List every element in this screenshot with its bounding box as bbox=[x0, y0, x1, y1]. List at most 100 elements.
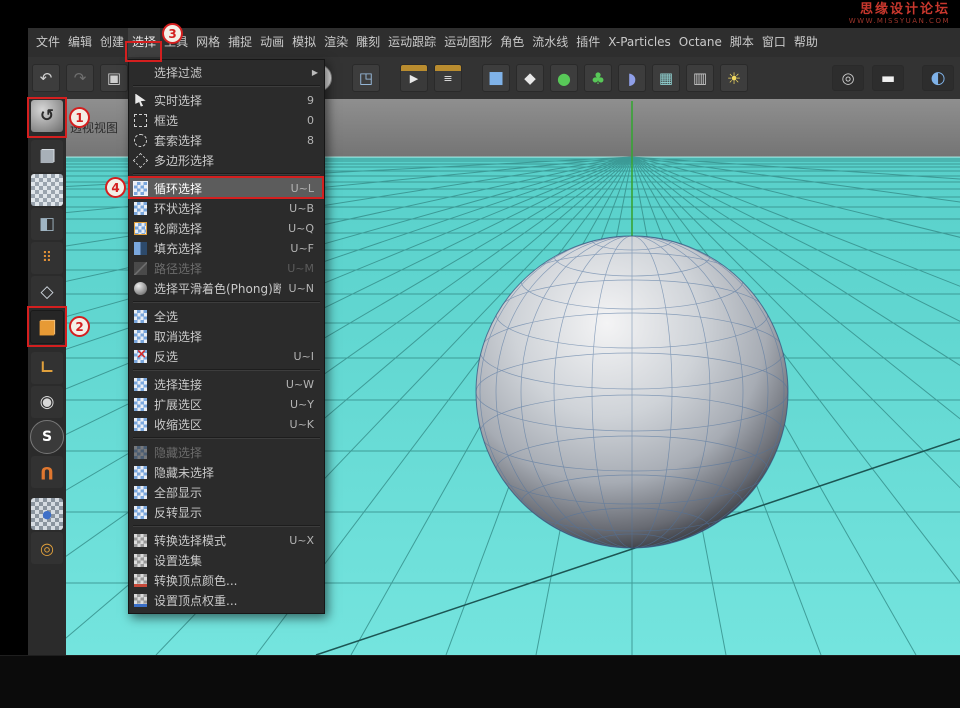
add-primitive-button[interactable]: ■ bbox=[482, 64, 510, 92]
make-editable-button[interactable]: ↺ bbox=[31, 100, 63, 132]
edges-mode-button[interactable]: ◇ bbox=[31, 276, 63, 308]
menu-item-shrink-selection[interactable]: 收缩选区 U~K bbox=[129, 414, 324, 434]
enable-axis-button[interactable]: ∟ bbox=[31, 352, 63, 384]
menubar-item-plugins[interactable]: 插件 bbox=[572, 28, 604, 57]
menubar-item-label: 网格 bbox=[196, 35, 220, 49]
texture-mode-button[interactable] bbox=[31, 174, 63, 206]
menu-item-shortcut: U~X bbox=[289, 534, 314, 547]
live-select-icon bbox=[134, 94, 147, 107]
menu-item-invert-select[interactable]: 反选 U~I bbox=[129, 346, 324, 366]
menubar-item-label: 选择 bbox=[132, 35, 156, 49]
menubar-item-animate[interactable]: 动画 bbox=[256, 28, 288, 57]
snap-toggle-button[interactable]: S bbox=[30, 420, 64, 454]
poly-select-icon bbox=[133, 152, 148, 167]
menubar-item-label: Octane bbox=[679, 35, 722, 49]
menu-item-poly-select[interactable]: 多边形选择 bbox=[129, 150, 324, 170]
render-view-button[interactable]: ▶ bbox=[400, 64, 428, 92]
add-camera-button[interactable]: ▥ bbox=[686, 64, 714, 92]
left-toolbar-button-icon: ↺ bbox=[40, 106, 54, 126]
menubar-item-snap[interactable]: 捕捉 bbox=[224, 28, 256, 57]
menu-item-label: 隐藏未选择 bbox=[154, 464, 306, 481]
menu-item-select-connected[interactable]: 选择连接 U~W bbox=[129, 374, 324, 394]
menu-item-selection-filter[interactable]: 选择过滤 ▶ bbox=[129, 62, 324, 82]
viewport-solo-button[interactable]: ◉ bbox=[31, 386, 63, 418]
menu-item-shortcut: U~F bbox=[290, 242, 314, 255]
toolbar-button-icon: ≡ bbox=[443, 72, 452, 85]
set-vertex-color-icon bbox=[134, 574, 147, 587]
menu-item-grow-selection[interactable]: 扩展选区 U~Y bbox=[129, 394, 324, 414]
model-mode-button[interactable]: ■ bbox=[31, 140, 63, 172]
menubar-item-script[interactable]: 脚本 bbox=[726, 28, 758, 57]
menu-item-box-select[interactable]: 框选 0 bbox=[129, 110, 324, 130]
display-shade-button[interactable]: ◐ bbox=[922, 65, 954, 91]
menu-item-label: 反选 bbox=[154, 348, 285, 365]
menu-item-deselect-all[interactable]: 取消选择 bbox=[129, 326, 324, 346]
menubar-item-render[interactable]: 渲染 bbox=[320, 28, 352, 57]
menu-item-convert-selection[interactable]: 转换选择模式 U~X bbox=[129, 530, 324, 550]
menubar-item-label: 流水线 bbox=[532, 35, 568, 49]
menu-item-hide-unselected[interactable]: 隐藏未选择 bbox=[129, 462, 324, 482]
menu-item-unhide-all[interactable]: 全部显示 bbox=[129, 482, 324, 502]
submenu-arrow-icon: ▶ bbox=[312, 68, 318, 77]
menubar-item-mograph[interactable]: 运动图形 bbox=[440, 28, 496, 57]
menu-separator bbox=[129, 434, 324, 442]
points-mode-button[interactable]: ⠿ bbox=[31, 242, 63, 274]
menu-item-invert-hidden[interactable]: 反转显示 bbox=[129, 502, 324, 522]
select-all-icon bbox=[134, 310, 147, 323]
menubar-item-window[interactable]: 窗口 bbox=[758, 28, 790, 57]
menubar-item-sculpt[interactable]: 雕刻 bbox=[352, 28, 384, 57]
undo-button[interactable]: ↶ bbox=[32, 64, 60, 92]
menu-item-ring-select[interactable]: 环状选择 U~B bbox=[129, 198, 324, 218]
add-light-button[interactable]: ☀ bbox=[720, 64, 748, 92]
redo-button[interactable]: ↷ bbox=[66, 64, 94, 92]
add-mograph-button[interactable]: ♣ bbox=[584, 64, 612, 92]
menu-item-shortcut: U~I bbox=[293, 350, 314, 363]
menu-item-select-all[interactable]: 全选 bbox=[129, 306, 324, 326]
magnet-tool-button[interactable]: U bbox=[31, 456, 63, 488]
coordinate-system-toggle[interactable]: ◳ bbox=[352, 64, 380, 92]
polygons-mode-button[interactable]: ■ bbox=[30, 310, 64, 344]
shrink-selection-icon bbox=[134, 418, 147, 431]
menubar-item-mesh[interactable]: 网格 bbox=[192, 28, 224, 57]
menubar-item-pipeline[interactable]: 流水线 bbox=[528, 28, 572, 57]
menu-item-loop-select[interactable]: 循环选择 U~L bbox=[129, 178, 324, 198]
menubar-item-simulate[interactable]: 模拟 bbox=[288, 28, 320, 57]
menu-item-set-vertex-color[interactable]: 转换顶点颜色... bbox=[129, 570, 324, 590]
menubar-item-motion-tracker[interactable]: 运动跟踪 bbox=[384, 28, 440, 57]
axis-lock-button[interactable]: ◎ bbox=[31, 532, 63, 564]
toolbar-button-icon: ◎ bbox=[841, 69, 854, 87]
workplane-lock-button[interactable]: ● bbox=[31, 498, 63, 530]
add-generator-button[interactable]: ● bbox=[550, 64, 578, 92]
menu-item-lasso-select[interactable]: 套索选择 8 bbox=[129, 130, 324, 150]
menubar-item-octane[interactable]: Octane bbox=[675, 28, 726, 57]
menubar-item-help[interactable]: 帮助 bbox=[790, 28, 822, 57]
add-deformer-button[interactable]: ◗ bbox=[618, 64, 646, 92]
menu-item-set-vertex-weight[interactable]: 设置顶点权重... bbox=[129, 590, 324, 610]
workplane-mode-button[interactable]: ◧ bbox=[31, 208, 63, 240]
left-toolbar-button-icon: S bbox=[42, 429, 52, 445]
menu-item-set-selection[interactable]: 设置选集 bbox=[129, 550, 324, 570]
render-settings-button[interactable]: ≡ bbox=[434, 64, 462, 92]
menu-item-outline-select[interactable]: 轮廓选择 U~Q bbox=[129, 218, 324, 238]
menu-item-fill-select[interactable]: 填充选择 U~F bbox=[129, 238, 324, 258]
menubar-item-select[interactable]: 选择 bbox=[128, 28, 160, 57]
toolbar-button-icon: ↶ bbox=[40, 69, 53, 87]
display-mode-button[interactable]: ◎ bbox=[832, 65, 864, 91]
menubar-item-edit[interactable]: 编辑 bbox=[64, 28, 96, 57]
menu-item-live-select[interactable]: 实时选择 9 bbox=[129, 90, 324, 110]
menubar-item-file[interactable]: 文件 bbox=[32, 28, 64, 57]
menubar-item-character[interactable]: 角色 bbox=[496, 28, 528, 57]
menu-item-label: 套索选择 bbox=[154, 132, 299, 149]
convert-selection-icon bbox=[134, 534, 147, 547]
display-card-button[interactable]: ▬ bbox=[872, 65, 904, 91]
add-spline-button[interactable]: ◆ bbox=[516, 64, 544, 92]
left-toolbar-button-icon: ◉ bbox=[40, 392, 55, 412]
menubar-item-tools[interactable]: 工具 bbox=[160, 28, 192, 57]
watermark: 思缘设计论坛 WWW.MISSYUAN.COM bbox=[0, 0, 960, 28]
menubar-item-create[interactable]: 创建 bbox=[96, 28, 128, 57]
viewport-label[interactable]: 透视视图 bbox=[70, 119, 118, 136]
menubar-item-x-particles[interactable]: X-Particles bbox=[604, 28, 675, 57]
menu-item-phong-break[interactable]: 选择平滑着色(Phong)断开 U~N bbox=[129, 278, 324, 298]
select-frame-tool[interactable]: ▣ bbox=[100, 64, 128, 92]
add-environment-button[interactable]: ▦ bbox=[652, 64, 680, 92]
